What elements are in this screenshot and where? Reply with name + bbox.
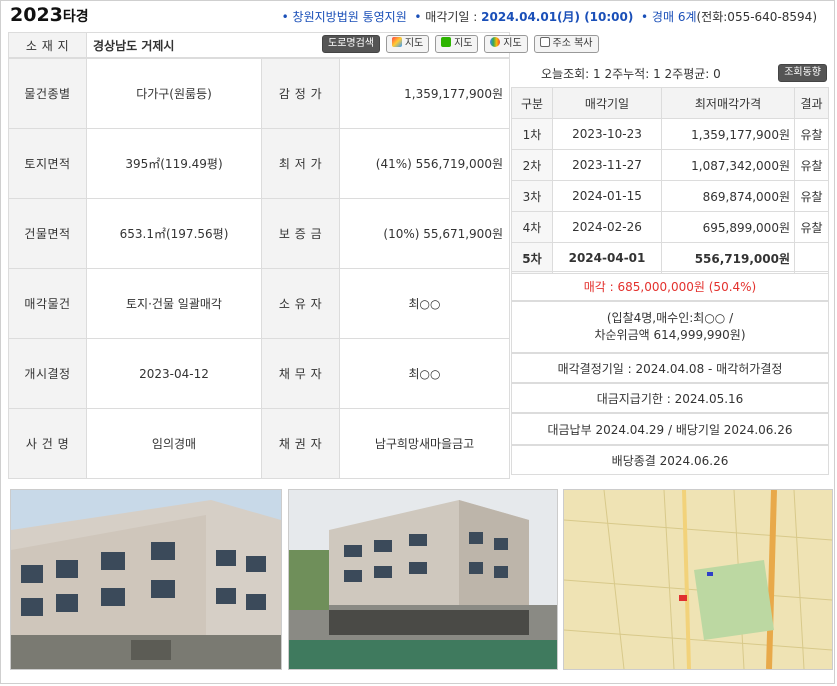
road-name-search-button[interactable]: 도로명검색 (322, 35, 380, 53)
daum-icon (391, 37, 402, 47)
row-land: 토지면적 395㎡(119.49평) 최 저 가 (41%) 556,719,0… (8, 128, 510, 199)
copy-icon (539, 37, 550, 47)
view-trend-button[interactable]: 조회동향 (778, 64, 827, 82)
row-sale-item: 매각물건 토지·건물 일괄매각 소 유 자 최○○ (8, 268, 510, 339)
row-start: 개시결정 2023-04-12 채 무 자 최○○ (8, 338, 510, 409)
decision-date: 매각결정기일 : 2024.04.08 - 매각허가결정 (511, 353, 829, 383)
history-row: 4차 2024-02-26 695,899,000원 유찰 (511, 211, 829, 243)
google-map-button[interactable]: 지도 (484, 35, 528, 53)
daum-map-button[interactable]: 지도 (385, 35, 430, 53)
dept: 경매 6계 (651, 10, 697, 24)
history-row-current: 5차 2024-04-01 556,719,000원 (511, 242, 829, 274)
sold-price: 685,000,000원 (617, 280, 705, 294)
address-label: 소 재 지 (8, 32, 87, 58)
history-row: 3차 2024-01-15 869,874,000원 유찰 (511, 180, 829, 212)
view-stats: 오늘조회: 1 2주누적: 1 2주평균: 0 조회동향 (511, 62, 829, 84)
building-area: 653.1㎡(197.56평) (86, 198, 262, 269)
naver-map-button[interactable]: 지도 (435, 35, 479, 53)
bid-info-box: (입찰4명,매수인:최○○ / 차순위금액 614,999,990원) (511, 301, 829, 353)
case-number: 2023타경 (10, 4, 89, 26)
payment-deadline: 대금지급기한 : 2024.05.16 (511, 383, 829, 413)
minimum-price: (41%) 556,719,000원 (339, 128, 510, 199)
start-decision: 2023-04-12 (86, 338, 262, 409)
header-info: • 창원지방법원 통영지원 • 매각기일 : 2024.04.01(月) (10… (281, 10, 818, 24)
property-table: 물건종별 다가구(원룸등) 감 정 가 1,359,177,900원 토지면적 … (8, 58, 510, 479)
court-name[interactable]: 창원지방법원 통영지원 (293, 10, 407, 24)
history-row: 2차 2023-11-27 1,087,342,000원 유찰 (511, 149, 829, 181)
history-header: 구분 매각기일 최저매각가격 결과 (511, 87, 829, 119)
owner: 최○○ (339, 268, 510, 339)
row-building: 건물면적 653.1㎡(197.56평) 보 증 금 (10%) 55,671,… (8, 198, 510, 269)
payment-info: 대금납부 2024.04.29 / 배당기일 2024.06.26 (511, 413, 829, 445)
address-buttons: 도로명검색 지도 지도 지도 주소 복사 (320, 35, 599, 53)
sale-date: 2024.04.01(月) (10:00) (481, 10, 634, 24)
building-photo-1[interactable] (10, 489, 282, 670)
creditor: 남구희망새마을금고 (339, 408, 510, 479)
header: 2023타경 • 창원지방법원 통영지원 • 매각기일 : 2024.04.01… (0, 0, 837, 30)
property-type[interactable]: 다가구(원룸등) (86, 58, 262, 129)
case-name: 임의경매 (86, 408, 262, 479)
row-type: 물건종별 다가구(원룸등) 감 정 가 1,359,177,900원 (8, 58, 510, 129)
deposit: (10%) 55,671,900원 (339, 198, 510, 269)
dividend-closed: 배당종결 2024.06.26 (511, 445, 829, 475)
history-row: 1차 2023-10-23 1,359,177,900원 유찰 (511, 118, 829, 150)
phone: (전화:055-640-8594) (696, 10, 818, 24)
copy-address-button[interactable]: 주소 복사 (533, 35, 599, 53)
row-case: 사 건 명 임의경매 채 권 자 남구희망새마을금고 (8, 408, 510, 479)
sold-percent: (50.4%) (708, 280, 757, 294)
sold-price-box: 매각 : 685,000,000원 (50.4%) (511, 271, 829, 301)
debtor: 최○○ (339, 338, 510, 409)
land-area: 395㎡(119.49평) (86, 128, 262, 199)
naver-icon (441, 37, 452, 47)
appraised-value: 1,359,177,900원 (339, 58, 510, 129)
sale-item: 토지·건물 일괄매각 (86, 268, 262, 339)
location-map[interactable] (563, 489, 833, 670)
auction-history-table: 구분 매각기일 최저매각가격 결과 1차 2023-10-23 1,359,177,… (511, 87, 829, 274)
building-photo-2[interactable] (288, 489, 558, 670)
google-icon (490, 37, 501, 47)
